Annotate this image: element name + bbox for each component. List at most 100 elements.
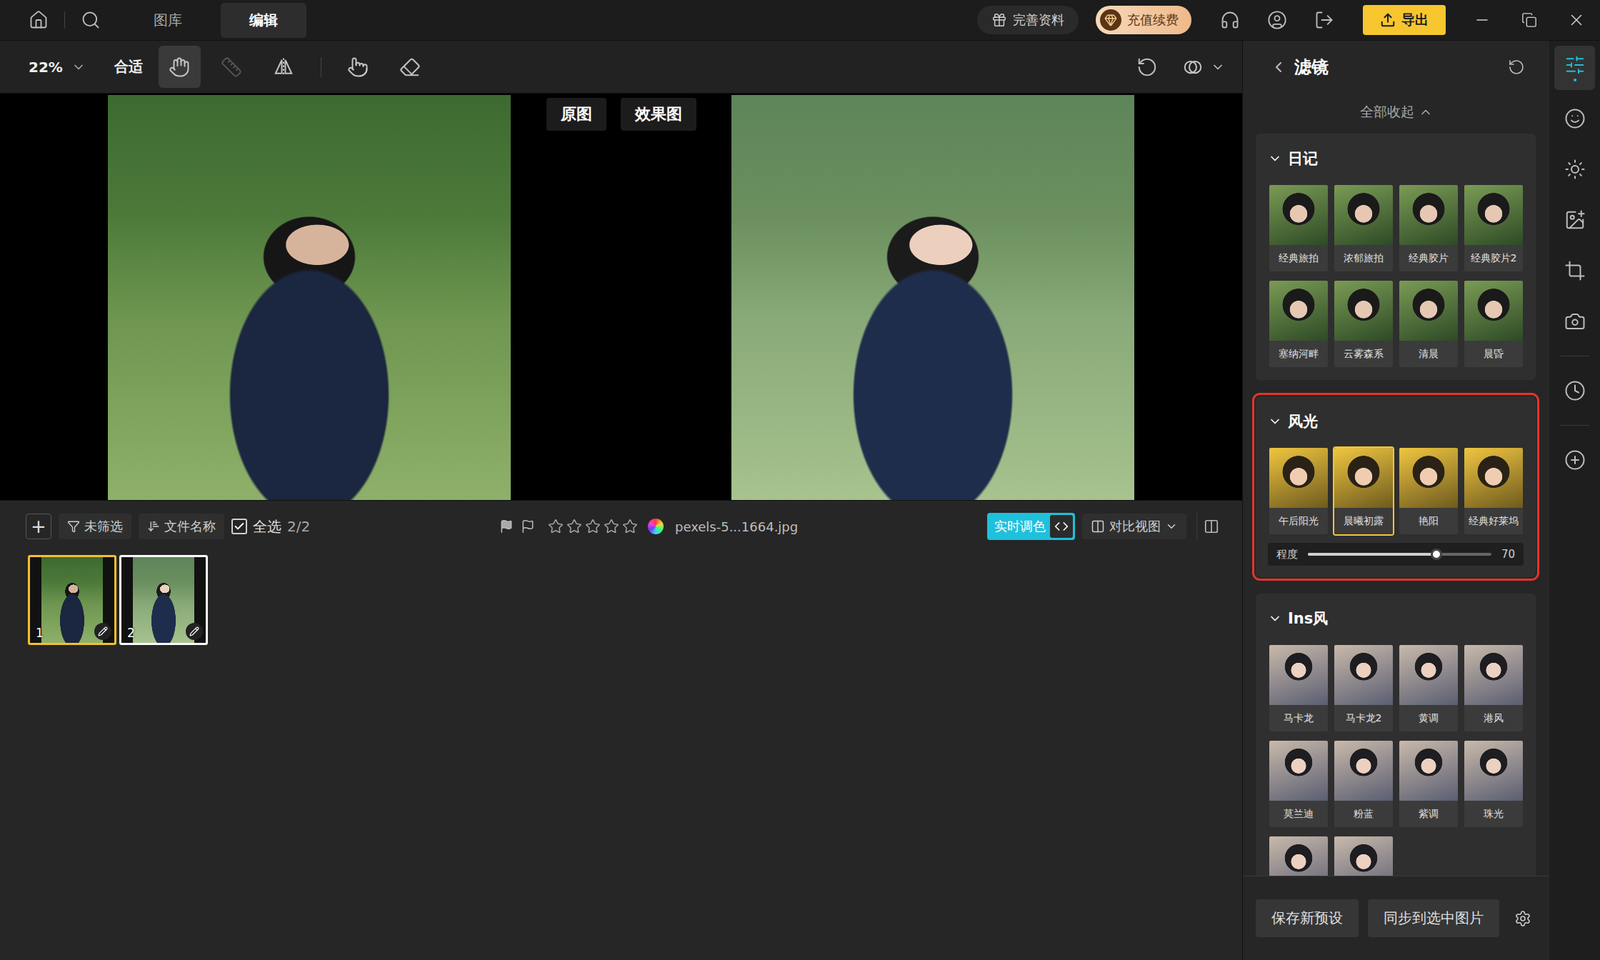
split-view-button[interactable] <box>1196 512 1225 540</box>
flag-button[interactable] <box>499 519 514 534</box>
filter-label: 马卡龙 <box>1269 705 1328 732</box>
section-header[interactable]: 日记 <box>1267 133 1524 184</box>
zoom-select[interactable]: 22% <box>28 58 86 76</box>
side-tool-button[interactable] <box>1554 437 1595 483</box>
search-button[interactable] <box>80 10 101 30</box>
divider <box>320 57 322 78</box>
filter-tile[interactable]: 经典胶片 <box>1397 183 1460 273</box>
side-tool-button[interactable] <box>1554 197 1595 243</box>
filter-section: 日记经典旅拍浓郁旅拍经典胶片经典胶片2 塞纳河畔云雾森系清晨晨昏 <box>1255 133 1536 380</box>
panel-footer: 保存新预设同步到选中图片 <box>1242 875 1550 960</box>
export-button[interactable]: 导出 <box>1362 5 1446 35</box>
collapse-all-button[interactable]: 全部收起 <box>1242 93 1550 131</box>
profile-button[interactable]: 完善资料 <box>977 5 1079 35</box>
panel-button[interactable]: 保存新预设 <box>1255 899 1359 938</box>
slider-fill <box>1307 552 1437 556</box>
support-button[interactable] <box>1220 10 1240 30</box>
filter-button[interactable]: 未筛选 <box>58 513 132 540</box>
filter-tile[interactable]: 浓郁旅拍 <box>1332 183 1395 273</box>
filter-tile[interactable]: 经典好莱坞 <box>1462 446 1525 536</box>
star-icon[interactable] <box>547 518 564 535</box>
filter-tile[interactable]: 经典胶片2 <box>1462 183 1525 273</box>
color-label-button[interactable] <box>647 518 664 535</box>
filter-tile[interactable]: 晨昏 <box>1462 279 1525 369</box>
tool-button[interactable] <box>389 45 432 88</box>
filter-tile[interactable]: 晨曦初露 <box>1332 446 1395 536</box>
filter-label: 浓郁旅拍 <box>1334 245 1393 272</box>
filter-label: 珠光 <box>1464 800 1523 828</box>
back-button[interactable] <box>1270 58 1288 76</box>
main-tab[interactable]: 图库 <box>125 2 211 38</box>
star-icon[interactable] <box>622 518 638 535</box>
filter-tile[interactable]: 紫调 <box>1397 739 1460 829</box>
section-header[interactable]: 风光 <box>1267 396 1524 447</box>
reset-button[interactable] <box>1136 56 1158 78</box>
filter-tile[interactable]: 经典旅拍 <box>1267 183 1330 273</box>
filter-tile[interactable] <box>1332 835 1395 876</box>
section-header[interactable]: Ins风 <box>1267 593 1524 644</box>
add-icon <box>1564 449 1586 471</box>
reset-icon <box>1507 58 1525 76</box>
filter-tile[interactable]: 艳阳 <box>1397 446 1460 536</box>
close-button[interactable] <box>1552 0 1600 41</box>
side-tool-button[interactable] <box>1554 45 1595 90</box>
settings-button[interactable] <box>1508 899 1537 938</box>
account-button[interactable] <box>1267 10 1288 30</box>
main-area: 22%合适原图效果图+未筛选文件名称全选2/2pexels-5...1664.j… <box>0 40 1600 960</box>
thumbnail[interactable]: 2 <box>119 555 208 645</box>
filter-tile[interactable]: 粉蓝 <box>1332 739 1395 829</box>
star-icon[interactable] <box>603 518 620 535</box>
slider-knob[interactable] <box>1430 548 1443 560</box>
rating[interactable] <box>547 518 638 535</box>
filter-tile[interactable]: 塞纳河畔 <box>1267 279 1330 369</box>
side-tool-button[interactable] <box>1554 299 1595 344</box>
filter-preview <box>1334 645 1393 705</box>
filter-tile[interactable]: 云雾森系 <box>1332 279 1395 369</box>
tool-button[interactable] <box>158 45 201 88</box>
fit-button[interactable]: 合适 <box>114 57 143 77</box>
filter-tile[interactable]: 港风 <box>1462 643 1525 733</box>
filter-tile[interactable] <box>1267 835 1330 876</box>
sort-icon <box>147 520 160 533</box>
side-tool-button[interactable] <box>1554 248 1595 293</box>
filter-tile[interactable]: 珠光 <box>1462 739 1525 829</box>
star-icon[interactable] <box>585 518 601 535</box>
filter-tile[interactable]: 马卡龙2 <box>1332 643 1395 733</box>
thumbnail[interactable]: 1 <box>27 555 117 645</box>
side-tool-button[interactable] <box>1554 368 1595 413</box>
slider-track[interactable] <box>1307 552 1492 556</box>
restore-button[interactable] <box>1505 0 1553 41</box>
side-tool-button[interactable] <box>1554 147 1595 192</box>
reject-flag-button[interactable] <box>520 519 535 534</box>
view-labels: 原图效果图 <box>546 97 697 131</box>
tool-button[interactable] <box>337 45 380 88</box>
filter-preview <box>1464 280 1523 341</box>
compare-icon <box>1182 56 1204 78</box>
side-tool-button[interactable] <box>1554 96 1595 141</box>
star-icon[interactable] <box>566 518 583 535</box>
live-color-button[interactable]: 实时调色 <box>987 512 1075 540</box>
chevron-up-icon <box>1418 105 1433 120</box>
minimize-button[interactable] <box>1458 0 1506 41</box>
tool-button[interactable] <box>262 45 305 88</box>
home-button[interactable] <box>28 10 49 30</box>
main-tab[interactable]: 编辑 <box>220 2 307 38</box>
vip-button[interactable]: 充值续费 <box>1095 5 1192 35</box>
filter-tile[interactable]: 午后阳光 <box>1267 446 1330 536</box>
logout-button[interactable] <box>1314 10 1335 30</box>
filter-tile[interactable]: 莫兰迪 <box>1267 739 1330 829</box>
eraser-icon <box>399 56 421 78</box>
sort-button[interactable]: 文件名称 <box>138 513 225 540</box>
filter-tile[interactable]: 清晨 <box>1397 279 1460 369</box>
view-mode-select[interactable]: 对比视图 <box>1082 513 1187 540</box>
select-all[interactable]: 全选2/2 <box>231 517 310 537</box>
user-icon <box>1267 10 1288 30</box>
add-button[interactable]: + <box>25 513 52 540</box>
filter-tile[interactable]: 黄调 <box>1397 643 1460 733</box>
filter-tile[interactable]: 马卡龙 <box>1267 643 1330 733</box>
panel-reset-button[interactable] <box>1507 58 1525 76</box>
panel-button[interactable]: 同步到选中图片 <box>1367 899 1500 938</box>
compare-button[interactable] <box>1182 56 1225 78</box>
filter-label: 清晨 <box>1399 340 1458 368</box>
checkbox[interactable] <box>231 518 248 535</box>
